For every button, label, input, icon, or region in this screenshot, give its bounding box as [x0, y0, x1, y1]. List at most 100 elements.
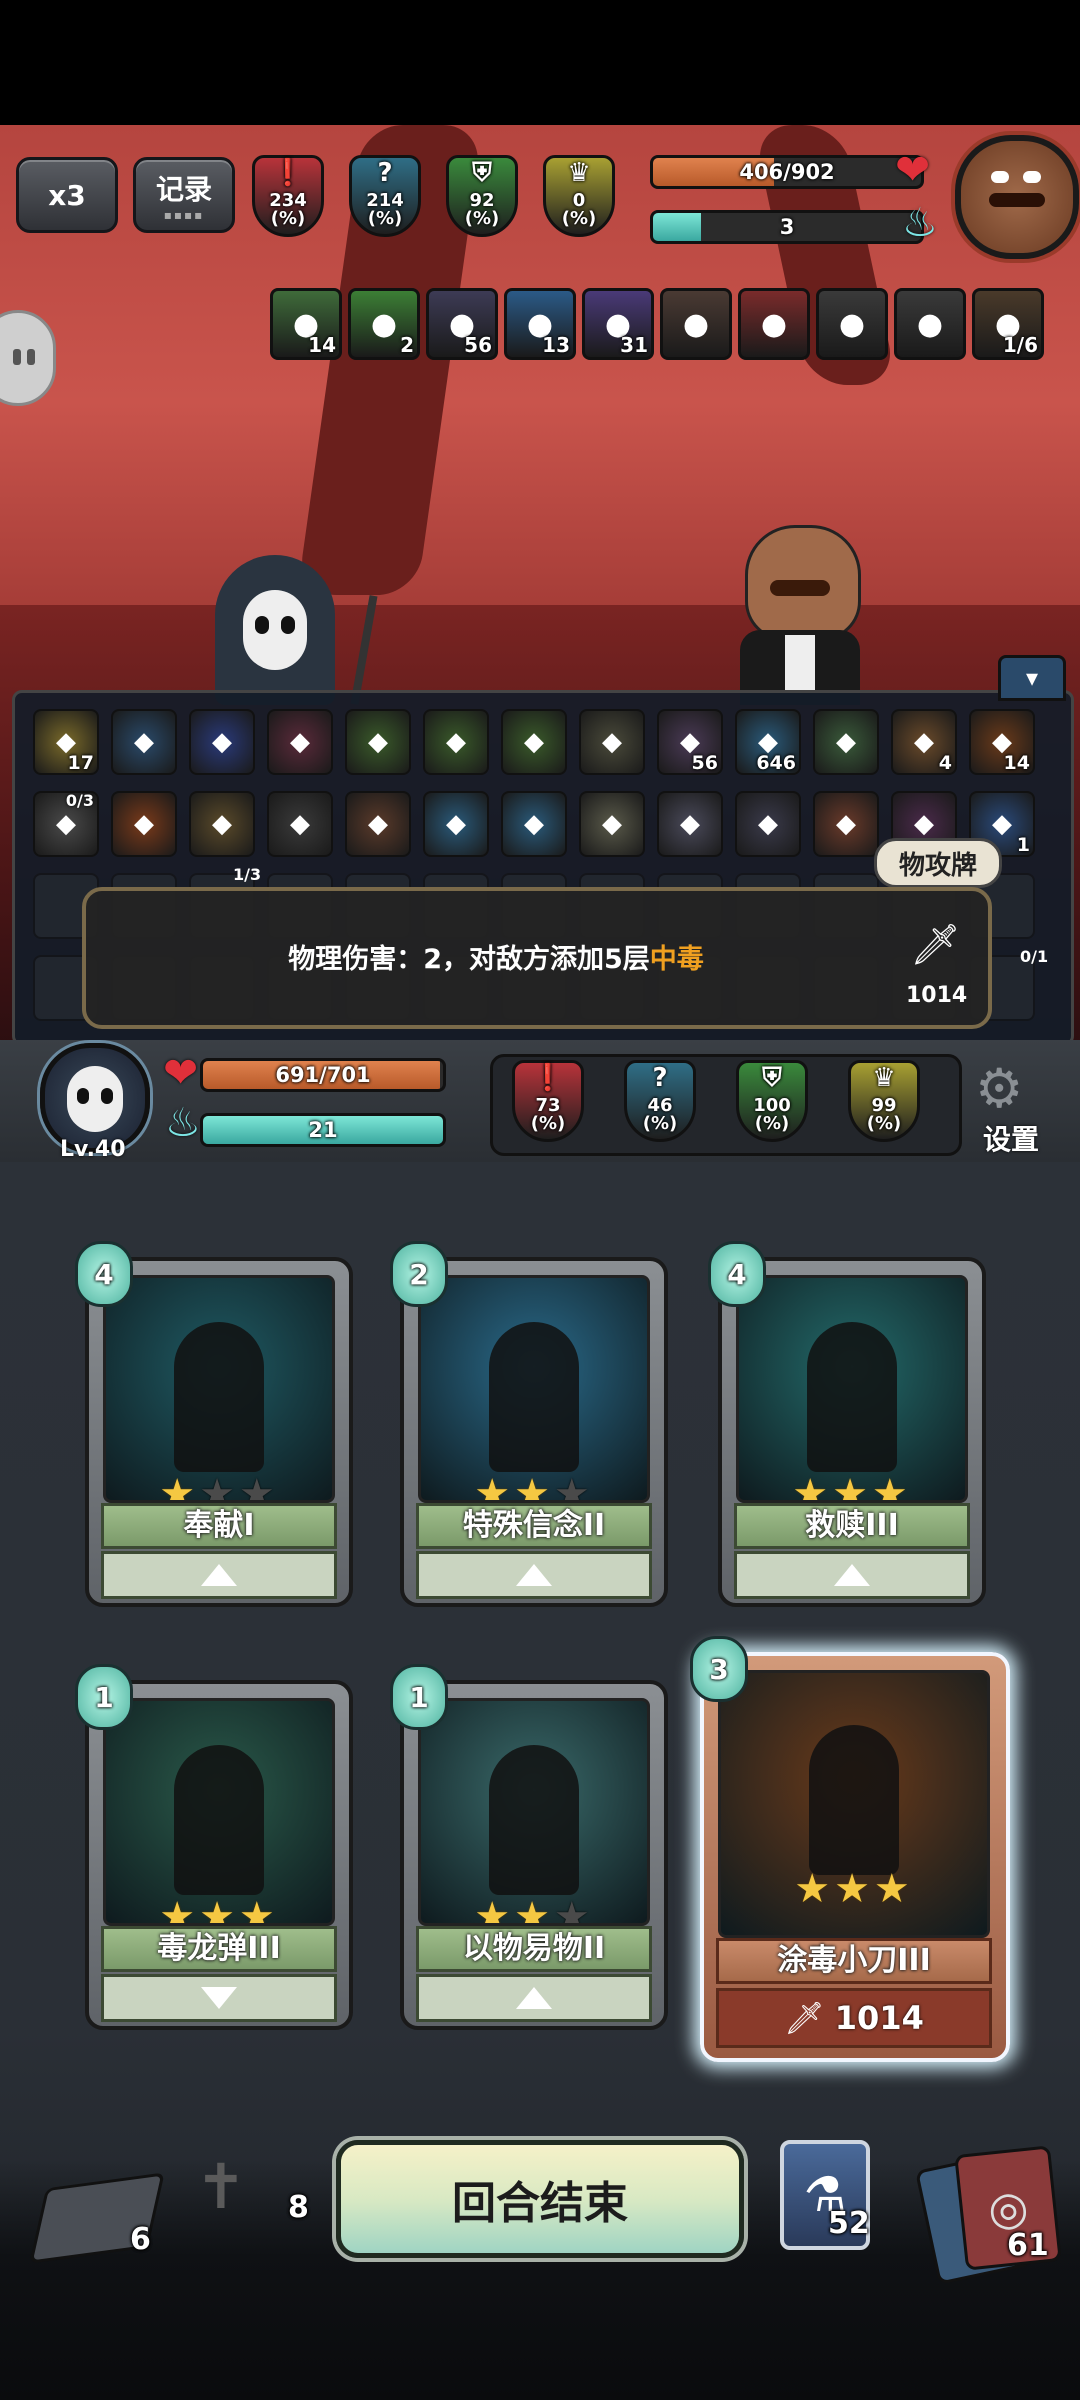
star-icon: ★	[792, 1471, 833, 1503]
stat-unit: (%)	[464, 208, 500, 229]
moon-plus-icon[interactable]: ◆ 4	[891, 709, 957, 775]
swirl-drop-icon[interactable]: ◆	[111, 709, 177, 775]
side-chat-button[interactable]	[0, 310, 56, 406]
green-egg-icon[interactable]: ◆	[813, 709, 879, 775]
settings-button[interactable]: 设置	[983, 1118, 1039, 1158]
upgrade-arrow-icon[interactable]	[834, 1564, 870, 1586]
card-stars: ★★★	[421, 1474, 647, 1500]
player-level: Lv.40	[60, 1137, 126, 1162]
heart-icon: ❤	[895, 145, 931, 194]
stat-unit: (%)	[270, 208, 306, 229]
tooltip-count: 1014	[906, 983, 968, 1008]
potion-count: 52	[828, 2206, 870, 2241]
green-crystal-icon[interactable]: ◆	[501, 709, 567, 775]
status-count: 13	[542, 333, 570, 357]
water-drop-icon[interactable]: ◆	[423, 791, 489, 857]
card-footer[interactable]	[101, 1551, 337, 1599]
blue-egg-icon[interactable]: ◆	[501, 791, 567, 857]
card-art: ★★★	[718, 1670, 990, 1938]
skull-poison-icon[interactable]: ● 14	[270, 288, 342, 360]
chevron-down-icon[interactable]: ▾	[998, 655, 1066, 701]
stat-badge: ♛ 99 (%)	[848, 1060, 920, 1142]
crown-icon: ♛	[567, 158, 591, 188]
stat-badge: ? 46 (%)	[624, 1060, 696, 1142]
card-cost: 4	[708, 1241, 766, 1307]
card-footer[interactable]	[101, 1974, 337, 2022]
cross-icon[interactable]: ◆	[345, 791, 411, 857]
claw-icon[interactable]: ◆	[267, 791, 333, 857]
card-figure	[489, 1745, 579, 1896]
knife-icon: 🗡	[910, 922, 961, 968]
demon-icon[interactable]: ◆	[267, 709, 333, 775]
hooded-figure-icon[interactable]: ● 31	[582, 288, 654, 360]
stat-badge: ❗ 234 (%)	[252, 155, 324, 237]
sausage-icon[interactable]: ●	[738, 288, 810, 360]
record-button[interactable]: 记录 ▪▪▪▪	[133, 157, 235, 233]
spiral-icon[interactable]: ● 56	[426, 288, 498, 360]
item-tooltip: 物理伤害：2，对敌方添加5层中毒 🗡 1014	[82, 887, 992, 1029]
player-character	[215, 555, 335, 705]
gear-icon[interactable]: ⚙	[975, 1062, 1023, 1116]
card-footer[interactable]	[734, 1551, 970, 1599]
book-icon[interactable]: ●	[660, 288, 732, 360]
card-footer[interactable]	[416, 1974, 652, 2022]
clock-icon[interactable]: ●	[894, 288, 966, 360]
stat-badge: ❗ 73 (%)	[512, 1060, 584, 1142]
star-icon: ★	[199, 1894, 239, 1926]
player-energy-bar: 21	[200, 1113, 446, 1147]
card-figure	[809, 1725, 899, 1876]
blue-shield-icon[interactable]: ● 13	[504, 288, 576, 360]
hand-card[interactable]: ★★★ 毒龙弹III 1	[75, 1664, 353, 2030]
upgrade-arrow-icon[interactable]	[516, 1987, 552, 2009]
hand-card[interactable]: ★★★ 涂毒小刀III 🗡 1014 3	[690, 1636, 1010, 2062]
card-footer[interactable]	[416, 1551, 652, 1599]
hammer-icon[interactable]: ◆	[189, 791, 255, 857]
enemy-character[interactable]	[720, 525, 870, 705]
card-cost: 4	[75, 1241, 133, 1307]
enemy-hp-text: 406/902	[739, 160, 835, 184]
stat-badge: ⛨ 92 (%)	[446, 155, 518, 237]
player-hp-text: 691/701	[275, 1063, 371, 1087]
dragon-icon[interactable]: ● 2	[348, 288, 420, 360]
hand-card[interactable]: ★★★ 奉献I 4	[75, 1241, 353, 1607]
hand-card[interactable]: ★★★ 特殊信念II 2	[390, 1241, 668, 1607]
ice-mask-icon[interactable]: ◆ 646	[735, 709, 801, 775]
slot-count: 56	[691, 752, 718, 774]
upgrade-arrow-icon[interactable]	[201, 1564, 237, 1586]
downgrade-arrow-icon[interactable]	[201, 1987, 237, 2009]
hand-card[interactable]: ★★★ 救赎III 4	[708, 1241, 986, 1607]
status-count: 2	[400, 333, 414, 357]
upgrade-arrow-icon[interactable]	[516, 1564, 552, 1586]
grave-icon[interactable]: ✝	[195, 2150, 247, 2223]
attack-icon: ❗	[531, 1063, 565, 1093]
wand-icon[interactable]: ◆	[657, 791, 723, 857]
end-turn-button[interactable]: 回合结束	[336, 2140, 744, 2258]
card-cost: 1	[390, 1664, 448, 1730]
hand-card[interactable]: ★★★ 以物易物II 1	[390, 1664, 668, 2030]
slot-count: 1	[1016, 834, 1030, 856]
flame-feather-icon[interactable]: ◆ 14	[969, 709, 1035, 775]
horn-icon[interactable]: ●	[816, 288, 888, 360]
scroll-icon[interactable]: ● 1/6	[972, 288, 1044, 360]
enemy-energy-text: 3	[779, 215, 795, 239]
helmet-icon[interactable]: ◆	[579, 791, 645, 857]
gear-cross-icon[interactable]: ◆	[579, 709, 645, 775]
blue-gem-icon[interactable]: ◆	[189, 709, 255, 775]
energy-flame-icon: ♨	[165, 1100, 201, 1146]
meat-icon[interactable]: ◆	[813, 791, 879, 857]
enemy-avatar[interactable]	[955, 135, 1079, 259]
speed-button[interactable]: x3	[16, 157, 118, 233]
slot-charge: 0/1	[1020, 947, 1049, 966]
tooltip-highlight: 中毒	[649, 944, 704, 975]
green-crystal-icon[interactable]: ◆	[423, 709, 489, 775]
stat-badge: ? 214 (%)	[349, 155, 421, 237]
status-bar-area	[0, 0, 1080, 125]
hat-icon[interactable]: ◆	[735, 791, 801, 857]
green-crystal-icon[interactable]: ◆	[345, 709, 411, 775]
star-icon: ★	[159, 1471, 200, 1503]
spiral-icon[interactable]: ◆ 56	[657, 709, 723, 775]
clover-icon[interactable]: ◆ 17	[33, 709, 99, 775]
star-icon: ★	[159, 1894, 200, 1926]
orange-orb-icon[interactable]: ◆	[111, 791, 177, 857]
slot-machine-icon[interactable]: ◆ 0/3	[33, 791, 99, 857]
